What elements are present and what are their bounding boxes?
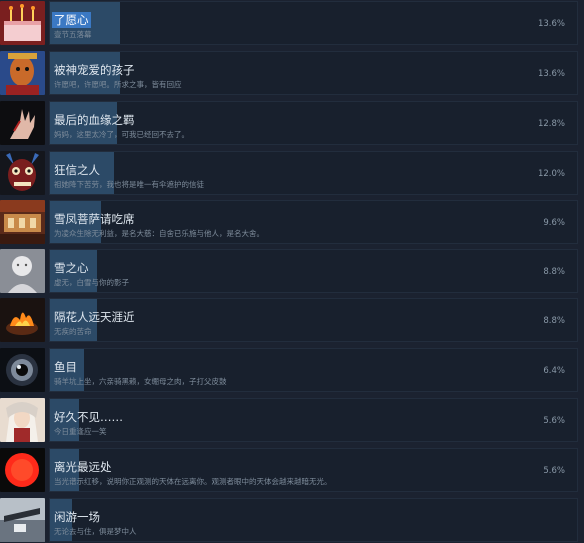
achievement-title: 被神宠爱的孩子 xyxy=(54,63,135,77)
achievement-percent: 8.8% xyxy=(543,316,565,326)
demon-mask-icon xyxy=(0,151,45,195)
fire-bowl-icon xyxy=(0,298,45,342)
achievement-row[interactable]: 被神宠爱的孩子 许愿吧，许愿吧。所求之事，皆有回应 13.6% xyxy=(0,50,580,96)
achievement-title: 最后的血缘之羁 xyxy=(54,113,135,127)
achievement-row[interactable]: 狂信之人 祖她降下苦劳，我也将是唯一有伞遮护的信徒 12.0% xyxy=(0,150,580,196)
achievement-row[interactable]: 离光最远处 当光谱示红移，说明你正观测的天体在远离你。观测者眼中的天体会越来越暗… xyxy=(0,447,580,493)
achievement-card: 隔花人远天涯近 无疾的苦命 8.8% xyxy=(49,298,578,342)
achievement-percent: 8.8% xyxy=(543,267,565,277)
achievement-card: 鱼目 骑羊坑上坐，六亲骑黑赖，女绷母之肉，子打父皮鼓 6.4% xyxy=(49,348,578,392)
achievement-desc: 妈妈，这里太冷了，可我已经回不去了。 xyxy=(54,130,189,139)
boat-scene-icon xyxy=(0,498,45,542)
achievement-percent: 5.6% xyxy=(543,466,565,476)
achievement-title: 离光最远处 xyxy=(54,460,112,474)
achievement-row[interactable]: 闲游一场 无论去与住，俱是梦中人 xyxy=(0,497,580,543)
achievement-row[interactable]: 雪之心 虚无，白雪与你的影子 8.8% xyxy=(0,248,580,294)
achievement-card: 最后的血缘之羁 妈妈，这里太冷了，可我已经回不去了。 12.8% xyxy=(49,101,578,145)
hand-icon xyxy=(0,101,45,145)
achievement-percent: 12.8% xyxy=(537,119,565,129)
achievement-title: 雪之心 xyxy=(54,261,89,275)
deity-statue-icon xyxy=(0,51,45,95)
achievement-title: 狂信之人 xyxy=(54,163,100,177)
achievement-card: 狂信之人 祖她降下苦劳，我也将是唯一有伞遮护的信徒 12.0% xyxy=(49,151,578,195)
achievement-desc: 无论去与住，俱是梦中人 xyxy=(54,527,137,536)
achievement-card: 雪凤菩萨请吃席 为凌众生除无利益，是名大慈：自舍已乐施与他人，是名大舍。 9.6… xyxy=(49,200,578,244)
achievement-row[interactable]: 雪凤菩萨请吃席 为凌众生除无利益，是名大慈：自舍已乐施与他人，是名大舍。 9.6… xyxy=(0,199,580,245)
achievement-row[interactable]: 了愿心 壹节五落幕 13.6% xyxy=(0,0,580,46)
achievement-card: 离光最远处 当光谱示红移，说明你正观测的天体在远离你。观测者眼中的天体会越来越暗… xyxy=(49,448,578,492)
achievement-title: 雪凤菩萨请吃席 xyxy=(54,212,135,226)
achievement-desc: 为凌众生除无利益，是名大慈：自舍已乐施与他人，是名大舍。 xyxy=(54,229,264,238)
achievement-card: 雪之心 虚无，白雪与你的影子 8.8% xyxy=(49,249,578,293)
achievement-percent: 5.6% xyxy=(543,416,565,426)
achievement-title: 闲游一场 xyxy=(54,510,100,524)
achievement-card: 被神宠爱的孩子 许愿吧，许愿吧。所求之事，皆有回应 13.6% xyxy=(49,51,578,95)
achievement-desc: 骑羊坑上坐，六亲骑黑赖，女绷母之肉，子打父皮鼓 xyxy=(54,377,227,386)
achievement-row[interactable]: 隔花人远天涯近 无疾的苦命 8.8% xyxy=(0,297,580,343)
achievement-card: 了愿心 壹节五落幕 13.6% xyxy=(49,1,578,45)
birthday-cake-icon xyxy=(0,1,45,45)
achievement-desc: 无疾的苦命 xyxy=(54,327,92,336)
achievement-desc: 虚无，白雪与你的影子 xyxy=(54,278,129,287)
achievement-percent: 6.4% xyxy=(543,366,565,376)
achievement-title: 鱼目 xyxy=(54,360,77,374)
portrait-icon xyxy=(0,398,45,442)
achievement-card: 闲游一场 无论去与住，俱是梦中人 xyxy=(49,498,578,542)
achievement-desc: 壹节五落幕 xyxy=(54,30,92,39)
achievement-desc: 当光谱示红移，说明你正观测的天体在远离你。观测者眼中的天体会越来越暗无光。 xyxy=(54,477,332,486)
white-bust-icon xyxy=(0,249,45,293)
achievement-desc: 祖她降下苦劳，我也将是唯一有伞遮护的信徒 xyxy=(54,180,204,189)
achievement-row[interactable]: 好久不见…… 今日重逢应一笑 5.6% xyxy=(0,397,580,443)
achievement-row[interactable]: 鱼目 骑羊坑上坐，六亲骑黑赖，女绷母之肉，子打父皮鼓 6.4% xyxy=(0,347,580,393)
achievement-desc: 许愿吧，许愿吧。所求之事，皆有回应 xyxy=(54,80,182,89)
achievement-desc: 今日重逢应一笑 xyxy=(54,427,107,436)
achievement-percent: 13.6% xyxy=(537,69,565,79)
achievement-percent: 9.6% xyxy=(543,218,565,228)
achievement-title: 好久不见…… xyxy=(54,410,123,424)
achievement-row[interactable]: 最后的血缘之羁 妈妈，这里太冷了，可我已经回不去了。 12.8% xyxy=(0,100,580,146)
achievement-title: 了愿心 xyxy=(52,12,91,28)
achievement-percent: 13.6% xyxy=(537,19,565,29)
banquet-hall-icon xyxy=(0,200,45,244)
achievement-percent: 12.0% xyxy=(537,169,565,179)
achievement-card: 好久不见…… 今日重逢应一笑 5.6% xyxy=(49,398,578,442)
red-orb-icon xyxy=(0,448,45,492)
eye-icon xyxy=(0,348,45,392)
achievement-title: 隔花人远天涯近 xyxy=(54,310,135,324)
